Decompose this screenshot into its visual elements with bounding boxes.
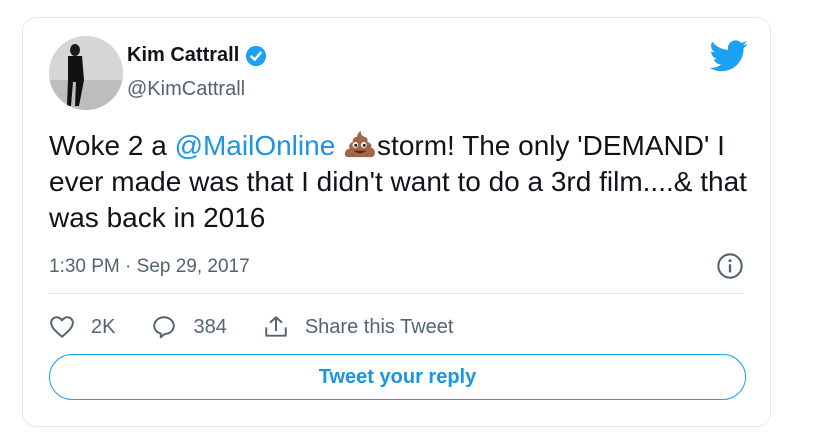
heart-icon (50, 316, 74, 338)
share-button[interactable]: Share this Tweet (263, 314, 454, 340)
info-icon[interactable] (716, 252, 744, 280)
reply-bubble-icon (153, 316, 176, 339)
like-button[interactable]: 2K (49, 314, 115, 340)
user-handle[interactable]: @KimCattrall (127, 78, 245, 101)
display-name-row[interactable]: Kim Cattrall (127, 44, 267, 67)
avatar[interactable] (49, 36, 123, 110)
divider (49, 293, 744, 294)
tweet-text-start: Woke 2 a (49, 130, 175, 161)
tweet-your-reply-button[interactable]: Tweet your reply (49, 354, 746, 400)
share-icon (265, 316, 287, 337)
mention-link[interactable]: @MailOnline (175, 130, 336, 161)
tweet-text: Woke 2 a @MailOnline storm! The only 'DE… (49, 128, 749, 236)
like-count: 2K (91, 315, 116, 338)
reply-count: 384 (193, 315, 227, 338)
tweet-actions: 2K 384 Share this Tweet (49, 313, 489, 341)
twitter-bird-icon[interactable] (710, 40, 748, 72)
avatar-photo (49, 36, 123, 110)
display-name[interactable]: Kim Cattrall (127, 44, 239, 67)
verified-badge-icon (246, 45, 267, 66)
tweet-timestamp[interactable]: 1:30 PM · Sep 29, 2017 (49, 256, 250, 278)
share-label: Share this Tweet (304, 315, 454, 338)
reply-button[interactable]: 384 (151, 314, 227, 340)
tweet-card: Kim Cattrall @KimCattrall Woke 2 a @Mail… (22, 17, 771, 427)
pile-of-poo-emoji-icon (344, 130, 376, 158)
